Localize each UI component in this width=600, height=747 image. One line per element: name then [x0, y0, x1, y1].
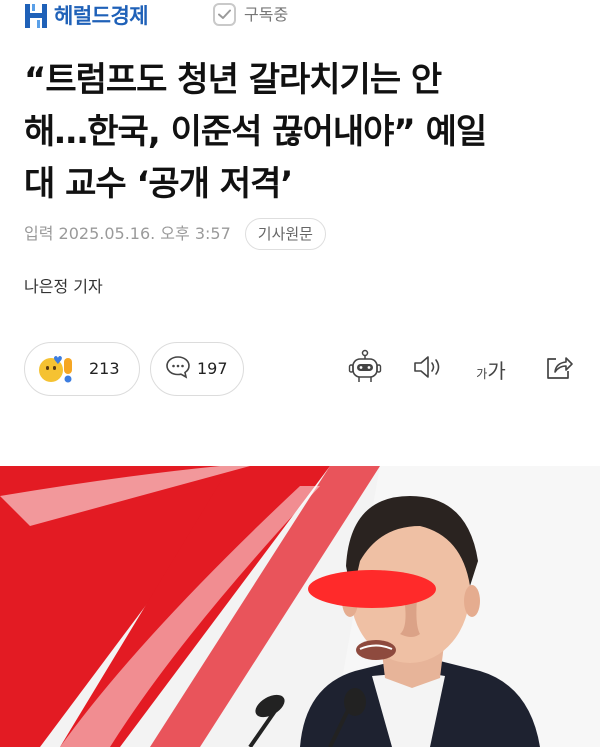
share-button[interactable]: [542, 350, 576, 388]
headline-line-3: 대 교수 ‘공개 저격’: [24, 164, 293, 204]
text-to-speech-button[interactable]: [410, 350, 446, 388]
comment-icon: [165, 355, 191, 383]
headline-line-2: 해…한국, 이준석 끊어내야” 예일: [24, 112, 487, 152]
summary-bot-button[interactable]: [345, 349, 385, 389]
subscribe-button[interactable]: 구독중: [213, 3, 288, 26]
press-logo[interactable]: 헤럴드경제: [24, 2, 149, 30]
press-header: 헤럴드경제 구독중: [0, 0, 600, 38]
original-article-button[interactable]: 기사원문: [244, 218, 326, 250]
comment-button[interactable]: 197: [150, 342, 244, 396]
subscribe-label: 구독중: [244, 5, 289, 24]
published-date: 입력 2025.05.16. 오후 3:57: [24, 224, 231, 243]
font-small-glyph: 가: [476, 366, 488, 381]
speaker-icon: [412, 354, 444, 384]
heraldcorp-logo-icon: [24, 2, 48, 30]
article-photo: [0, 466, 600, 747]
comment-count: 197: [197, 359, 228, 378]
font-size-icon: 가가: [476, 355, 505, 384]
reaction-button[interactable]: ♥ 213: [24, 342, 140, 396]
reaction-emoji-icons: ♥: [39, 354, 81, 384]
check-icon: [213, 3, 236, 26]
press-name: 헤럴드경제: [54, 4, 149, 28]
font-size-button[interactable]: 가가: [468, 350, 514, 388]
reaction-count: 213: [89, 359, 120, 378]
article-headline: “트럼프도 청년 갈라치기는 안 해…한국, 이준석 끊어내야” 예일 대 교수…: [24, 54, 584, 210]
share-icon: [544, 353, 574, 385]
font-big-glyph: 가: [487, 358, 506, 383]
reporter-name[interactable]: 나은정 기자: [24, 275, 103, 299]
summary-bot-icon: [347, 349, 383, 389]
headline-line-1: “트럼프도 청년 갈라치기는 안: [24, 60, 442, 100]
censor-bar: [308, 570, 436, 608]
article-meta: 입력 2025.05.16. 오후 3:57 기사원문: [24, 218, 326, 250]
exclamation-icon: [61, 357, 75, 383]
